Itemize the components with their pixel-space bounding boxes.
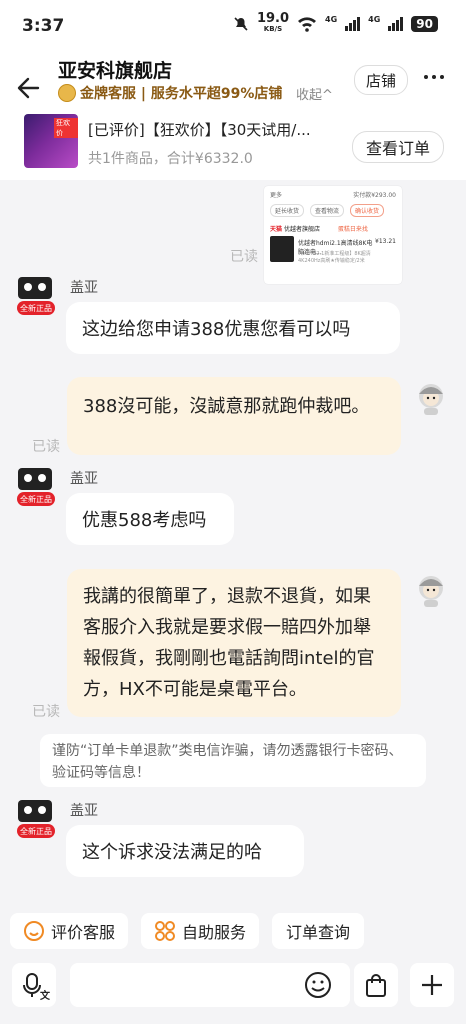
order-summary: 共1件商品，合计¥6332.0 — [88, 151, 253, 167]
chat-header: 亚安科旗舰店 金牌客服 | 服务水平超99%店铺 收起^ 店铺 狂欢价 [已评价… — [0, 56, 466, 180]
medal-icon — [58, 84, 76, 102]
plus-icon — [422, 975, 442, 995]
card-store: 天猫 优越者旗舰店 蛋糕日来找 — [270, 226, 368, 233]
order-thumbnail[interactable]: 狂欢价 — [24, 114, 78, 168]
read-receipt: 已读 — [32, 439, 60, 455]
user-avatar-icon[interactable] — [416, 382, 446, 416]
mute-icon — [234, 17, 248, 31]
signal-icon-2 — [388, 17, 404, 31]
wifi-icon — [298, 17, 317, 32]
message-bubble[interactable]: 我講的很簡單了，退款不退貨，如果客服介入我就是要求假一賠四外加舉報假貨，我剛剛也… — [67, 569, 401, 717]
read-receipt: 已读 — [32, 704, 60, 720]
more-icon[interactable] — [424, 75, 444, 79]
self-service-button[interactable]: 自助服务 — [141, 913, 259, 949]
grid-icon — [154, 921, 175, 941]
status-bar: 3:37 19.0 KB/S 4G 4G 90 — [0, 0, 466, 56]
read-receipt: 已读 — [230, 249, 258, 265]
tmall-avatar-icon[interactable] — [18, 277, 52, 299]
battery-icon: 90 — [411, 16, 438, 32]
shop-badge: 金牌客服 | 服务水平超99%店铺 — [58, 83, 282, 103]
sender-name: 盖亚 — [70, 803, 98, 819]
user-avatar-icon[interactable] — [416, 574, 446, 608]
order-query-button[interactable]: 订单查询 — [272, 913, 364, 949]
back-arrow-icon[interactable] — [12, 70, 48, 106]
message-bubble[interactable]: 这个诉求没法满足的哈 — [66, 825, 304, 877]
sender-name: 盖亚 — [70, 471, 98, 487]
card-buttons: 延长收货 查看物流 确认收货 — [270, 204, 385, 217]
emoji-icon[interactable] — [304, 971, 332, 999]
genuine-badge: 全新正品 — [17, 301, 55, 315]
genuine-badge: 全新正品 — [17, 492, 55, 506]
order-title[interactable]: [已评价]【狂欢价】【30天试用/... — [88, 119, 344, 140]
collapse-button[interactable]: 收起^ — [296, 84, 333, 103]
genuine-badge: 全新正品 — [17, 824, 55, 838]
signal-icon — [345, 17, 361, 31]
paid-amount: 实付款¥293.00 — [353, 192, 396, 199]
shop-name[interactable]: 亚安科旗舰店 — [58, 56, 172, 83]
message-bubble[interactable]: 这边给您申请388优惠您看可以吗 — [66, 302, 400, 354]
rate-service-button[interactable]: 评价客服 — [10, 913, 128, 949]
smile-icon — [23, 921, 44, 941]
shopping-bag-button[interactable] — [354, 963, 398, 1007]
tmall-avatar-icon[interactable] — [18, 468, 52, 490]
net-speed: 19.0 KB/S — [256, 11, 290, 33]
status-icons: 19.0 KB/S 4G 4G 90 — [233, 11, 438, 34]
message-bubble[interactable]: 388沒可能，沒誠意那就跑仲裁吧。 — [67, 377, 401, 455]
voice-button[interactable]: 文 — [12, 963, 56, 1007]
security-notice: 谨防“订单卡单退款”类电信诈骗，请勿透露银行卡密码、验证码等信息！ — [40, 734, 426, 787]
status-time: 3:37 — [22, 16, 65, 36]
sender-name: 盖亚 — [70, 280, 98, 296]
more-options-button[interactable] — [410, 963, 454, 1007]
shopping-bag-icon — [366, 974, 386, 997]
shop-button[interactable]: 店铺 — [354, 65, 408, 95]
card-thumbnail — [270, 236, 294, 262]
product-card-image[interactable]: 更多 实付款¥293.00 延长收货 查看物流 确认收货 天猫 优越者旗舰店 蛋… — [264, 186, 402, 284]
tmall-avatar-icon[interactable] — [18, 800, 52, 822]
view-order-button[interactable]: 查看订单 — [352, 131, 444, 163]
message-bubble[interactable]: 优惠588考虑吗 — [66, 493, 234, 545]
